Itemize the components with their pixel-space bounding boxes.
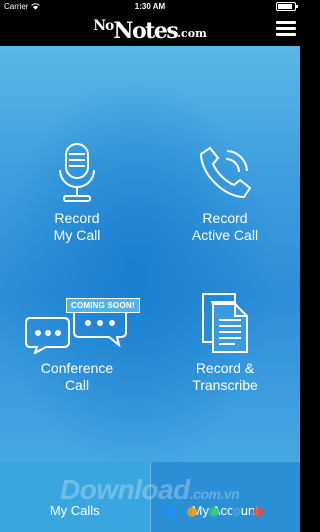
- hamburger-icon[interactable]: [276, 19, 296, 39]
- watermark-dot: [187, 507, 197, 517]
- watermark-dot: [253, 507, 263, 517]
- status-bar: Carrier 1:30 AM: [0, 0, 300, 14]
- watermark: Download.com.vn: [60, 474, 300, 506]
- record-transcribe-label: Record & Transcribe: [192, 360, 258, 393]
- status-time: 1:30 AM: [134, 2, 166, 11]
- app-header: NoNotes.com: [0, 14, 300, 46]
- record-active-call-button[interactable]: Record Active Call: [150, 142, 300, 244]
- watermark-dot: [231, 507, 241, 517]
- logo-no: No: [93, 18, 114, 34]
- logo-com: .com: [177, 27, 207, 40]
- conference-call-label: Conference Call: [40, 360, 114, 393]
- logo-notes: Notes: [113, 18, 178, 44]
- microphone-icon: [59, 143, 95, 202]
- record-my-call-label: Record My Call: [53, 210, 101, 243]
- record-my-call-button[interactable]: Record My Call: [2, 142, 152, 244]
- watermark-domain: .com.vn: [189, 486, 240, 502]
- record-active-call-label: Record Active Call: [191, 210, 259, 243]
- battery-icon: [276, 2, 298, 12]
- watermark-dots: [165, 507, 263, 517]
- watermark-dot: [209, 507, 219, 517]
- watermark-main: Download: [60, 474, 190, 505]
- coming-soon-badge: COMING SOON!: [66, 298, 140, 313]
- main-panel: Record My Call Record Active Call Confer…: [0, 46, 300, 462]
- phone-handset-icon: [199, 146, 252, 199]
- watermark-dot: [165, 507, 175, 517]
- documents-icon: [202, 293, 248, 353]
- nonotes-logo[interactable]: NoNotes.com: [0, 18, 300, 44]
- record-transcribe-button[interactable]: Record & Transcribe: [150, 292, 300, 394]
